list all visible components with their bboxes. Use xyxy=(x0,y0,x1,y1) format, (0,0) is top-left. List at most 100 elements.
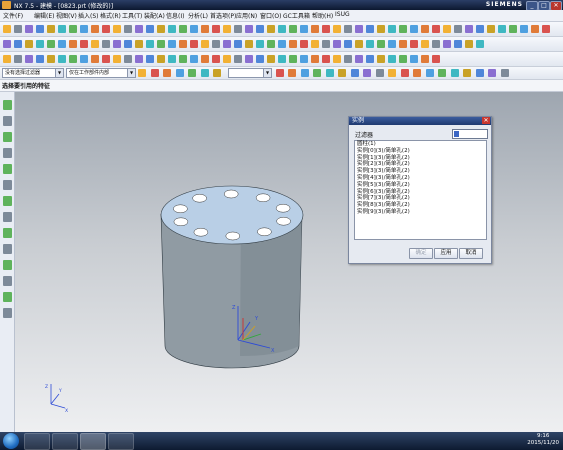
resource-tab-icon[interactable] xyxy=(3,116,12,126)
toolbar-tool-icon[interactable] xyxy=(388,55,396,63)
menu-analysis[interactable]: 分析(L) xyxy=(188,11,208,20)
toolbar-tool-icon[interactable] xyxy=(333,40,341,48)
selection-tool-icon[interactable] xyxy=(400,69,409,77)
resource-tab-icon[interactable] xyxy=(3,228,12,238)
selection-tool-icon[interactable] xyxy=(363,69,371,77)
menu-preferences[interactable]: 首选项(P) xyxy=(210,11,236,20)
hole-face[interactable] xyxy=(193,227,209,237)
start-button[interactable] xyxy=(3,433,19,449)
toolbar-tool-icon[interactable] xyxy=(311,25,319,33)
toolbar-tool-icon[interactable] xyxy=(102,40,110,48)
toolbar-tool-icon[interactable] xyxy=(322,40,330,48)
toolbar-tool-icon[interactable] xyxy=(300,55,308,63)
toolbar-tool-icon[interactable] xyxy=(289,25,297,33)
hole-face[interactable] xyxy=(173,204,188,214)
toolbar-tool-icon[interactable] xyxy=(432,40,440,48)
toolbar-tool-icon[interactable] xyxy=(157,25,165,33)
selection-tool-icon[interactable] xyxy=(375,69,384,77)
toolbar-tool-icon[interactable] xyxy=(80,55,88,63)
toolbar-tool-icon[interactable] xyxy=(355,25,363,33)
toolbar-tool-icon[interactable] xyxy=(399,40,407,48)
toolbar-tool-icon[interactable] xyxy=(36,25,44,33)
apply-button[interactable]: 应用 xyxy=(434,248,458,259)
toolbar-tool-icon[interactable] xyxy=(80,40,88,48)
snap-select[interactable]: ▼ xyxy=(228,68,272,78)
toolbar-tool-icon[interactable] xyxy=(333,55,341,63)
toolbar-tool-icon[interactable] xyxy=(487,25,495,33)
toolbar-tool-icon[interactable] xyxy=(355,55,363,63)
menu-insert[interactable]: 插入(S) xyxy=(78,11,99,20)
hole-face[interactable] xyxy=(275,203,291,213)
menu-tools[interactable]: 工具(T) xyxy=(122,11,142,20)
toolbar-tool-icon[interactable] xyxy=(355,40,363,48)
toolbar-tool-icon[interactable] xyxy=(476,25,484,33)
toolbar-tool-icon[interactable] xyxy=(223,40,231,48)
toolbar-tool-icon[interactable] xyxy=(322,25,330,33)
resource-tab-icon[interactable] xyxy=(3,292,12,302)
resource-tab-icon[interactable] xyxy=(3,132,12,142)
toolbar-tool-icon[interactable] xyxy=(377,55,385,63)
toolbar-tool-icon[interactable] xyxy=(14,55,22,63)
feature-list-item[interactable]: 实例[4](3)/简单孔(2) xyxy=(355,175,486,182)
selection-tool-icon[interactable] xyxy=(200,69,209,77)
selection-tool-icon[interactable] xyxy=(450,69,459,77)
toolbar-tool-icon[interactable] xyxy=(190,55,198,63)
toolbar-tool-icon[interactable] xyxy=(300,25,308,33)
toolbar-tool-icon[interactable] xyxy=(388,25,396,33)
hole-face[interactable] xyxy=(225,231,241,241)
toolbar-tool-icon[interactable] xyxy=(201,55,209,63)
menu-application[interactable]: 应用(N) xyxy=(236,11,257,20)
toolbar-tool-icon[interactable] xyxy=(179,25,187,33)
toolbar-tool-icon[interactable] xyxy=(410,40,418,48)
feature-list-item[interactable]: 实例[3](3)/简单孔(2) xyxy=(355,168,486,175)
type-filter-select[interactable]: 没有选择过滤器 ▼ xyxy=(2,68,64,78)
selection-tool-icon[interactable] xyxy=(163,69,171,77)
menu-assemblies[interactable]: 装配(A) xyxy=(144,11,165,20)
toolbar-tool-icon[interactable] xyxy=(190,25,198,33)
toolbar-tool-icon[interactable] xyxy=(146,40,154,48)
taskbar-app-media[interactable] xyxy=(108,433,134,450)
selection-tool-icon[interactable] xyxy=(500,69,509,77)
taskbar-app-explorer[interactable] xyxy=(52,433,78,450)
hole-face[interactable] xyxy=(257,227,272,237)
feature-list-item[interactable]: 实例[9](3)/简单孔(2) xyxy=(355,209,486,216)
selection-tool-icon[interactable] xyxy=(300,69,309,77)
selection-tool-icon[interactable] xyxy=(188,69,196,77)
resource-tab-icon[interactable] xyxy=(3,148,12,158)
toolbar-tool-icon[interactable] xyxy=(366,25,374,33)
cancel-button[interactable]: 取消 xyxy=(459,248,483,259)
toolbar-tool-icon[interactable] xyxy=(498,25,506,33)
toolbar-tool-icon[interactable] xyxy=(69,25,77,33)
toolbar-tool-icon[interactable] xyxy=(3,55,11,63)
selection-tool-icon[interactable] xyxy=(175,69,184,77)
resource-tab-icon[interactable] xyxy=(3,244,12,254)
dialog-close-button[interactable]: ✕ xyxy=(482,117,490,124)
toolbar-tool-icon[interactable] xyxy=(157,55,165,63)
toolbar-tool-icon[interactable] xyxy=(113,40,121,48)
menu-help[interactable]: 帮助(H) xyxy=(312,11,333,20)
toolbar-tool-icon[interactable] xyxy=(421,55,429,63)
toolbar-tool-icon[interactable] xyxy=(245,25,253,33)
toolbar-tool-icon[interactable] xyxy=(36,40,44,48)
toolbar-tool-icon[interactable] xyxy=(212,55,220,63)
toolbar-tool-icon[interactable] xyxy=(223,55,231,63)
toolbar-tool-icon[interactable] xyxy=(135,55,143,63)
selection-tool-icon[interactable] xyxy=(475,69,484,77)
toolbar-tool-icon[interactable] xyxy=(47,40,55,48)
selection-tool-icon[interactable] xyxy=(488,69,496,77)
toolbar-tool-icon[interactable] xyxy=(25,25,33,33)
toolbar-tool-icon[interactable] xyxy=(333,25,341,33)
toolbar-tool-icon[interactable] xyxy=(399,25,407,33)
hole-face[interactable] xyxy=(173,217,189,227)
menu-view[interactable]: 视图(V) xyxy=(56,11,77,20)
toolbar-tool-icon[interactable] xyxy=(322,55,330,63)
resource-tab-icon[interactable] xyxy=(3,308,12,318)
toolbar-tool-icon[interactable] xyxy=(234,25,242,33)
toolbar-tool-icon[interactable] xyxy=(146,55,154,63)
selection-tool-icon[interactable] xyxy=(463,69,471,77)
selection-tool-icon[interactable] xyxy=(325,69,334,77)
toolbar-tool-icon[interactable] xyxy=(520,25,528,33)
toolbar-tool-icon[interactable] xyxy=(454,25,462,33)
feature-list-item[interactable]: 实例[8](3)/简单孔(2) xyxy=(355,202,486,209)
toolbar-tool-icon[interactable] xyxy=(58,40,66,48)
